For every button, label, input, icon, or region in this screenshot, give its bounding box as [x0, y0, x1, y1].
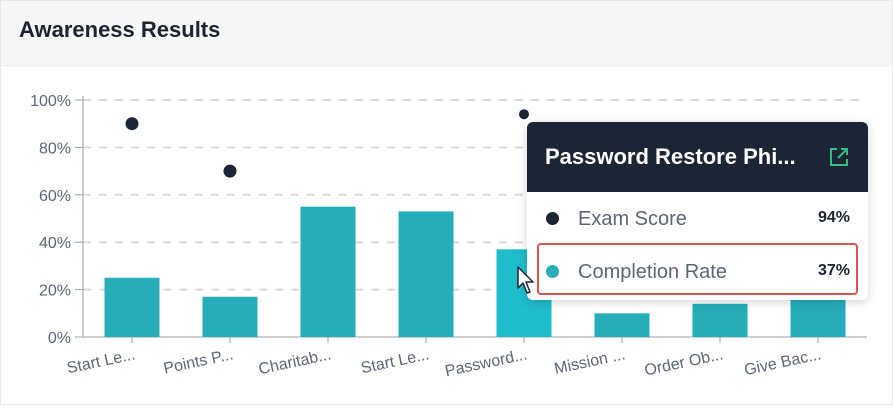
bar-completion-rate	[300, 206, 356, 337]
x-tick-label: Start Le...	[359, 346, 430, 377]
bar-completion-rate	[692, 303, 748, 337]
y-tick-label: 80%	[39, 140, 71, 157]
tooltip-title: Password Restore Phi...	[545, 144, 796, 169]
card-header: Awareness Results	[1, 1, 892, 66]
external-link-icon[interactable]	[828, 146, 850, 168]
point-exam-score	[223, 164, 237, 178]
y-tick-label: 0%	[48, 330, 71, 347]
y-tick-label: 40%	[39, 235, 71, 252]
exam-score-dot-icon	[546, 212, 559, 225]
x-tick-label: Order Ob...	[643, 346, 725, 379]
bar-completion-rate	[104, 277, 160, 337]
point-exam-score	[125, 117, 139, 131]
tooltip-label: Completion Rate	[578, 261, 727, 283]
card-title: Awareness Results	[19, 17, 221, 42]
tooltip-label: Exam Score	[578, 208, 687, 230]
chart-tooltip: Password Restore Phi... Exam Score 94% C…	[527, 122, 868, 300]
x-tick-label: Mission ...	[553, 346, 627, 378]
point-exam-score	[519, 109, 529, 120]
tooltip-row-exam-score: Exam Score 94%	[527, 200, 868, 240]
completion-rate-dot-icon	[546, 265, 559, 278]
mouse-cursor-icon	[517, 266, 534, 294]
y-tick-label: 60%	[39, 188, 71, 205]
x-tick-label: Points P...	[162, 346, 235, 377]
x-tick-label: Password...	[444, 346, 529, 380]
bar-completion-rate	[790, 296, 846, 337]
x-tick-label: Start Le...	[65, 346, 136, 377]
x-tick-label: Give Bac...	[743, 346, 823, 379]
x-tick-label: Charitab...	[257, 346, 333, 378]
bar-completion-rate	[398, 211, 454, 337]
bar-completion-rate	[202, 296, 258, 337]
y-tick-label: 20%	[39, 283, 71, 300]
tooltip-value: 37%	[817, 262, 850, 279]
tooltip-value: 94%	[817, 209, 850, 226]
tooltip-header: Password Restore Phi...	[527, 122, 868, 192]
tooltip-row-completion-rate: Completion Rate 37%	[527, 253, 868, 293]
y-tick-label: 100%	[30, 93, 71, 110]
bar-completion-rate	[594, 313, 650, 337]
